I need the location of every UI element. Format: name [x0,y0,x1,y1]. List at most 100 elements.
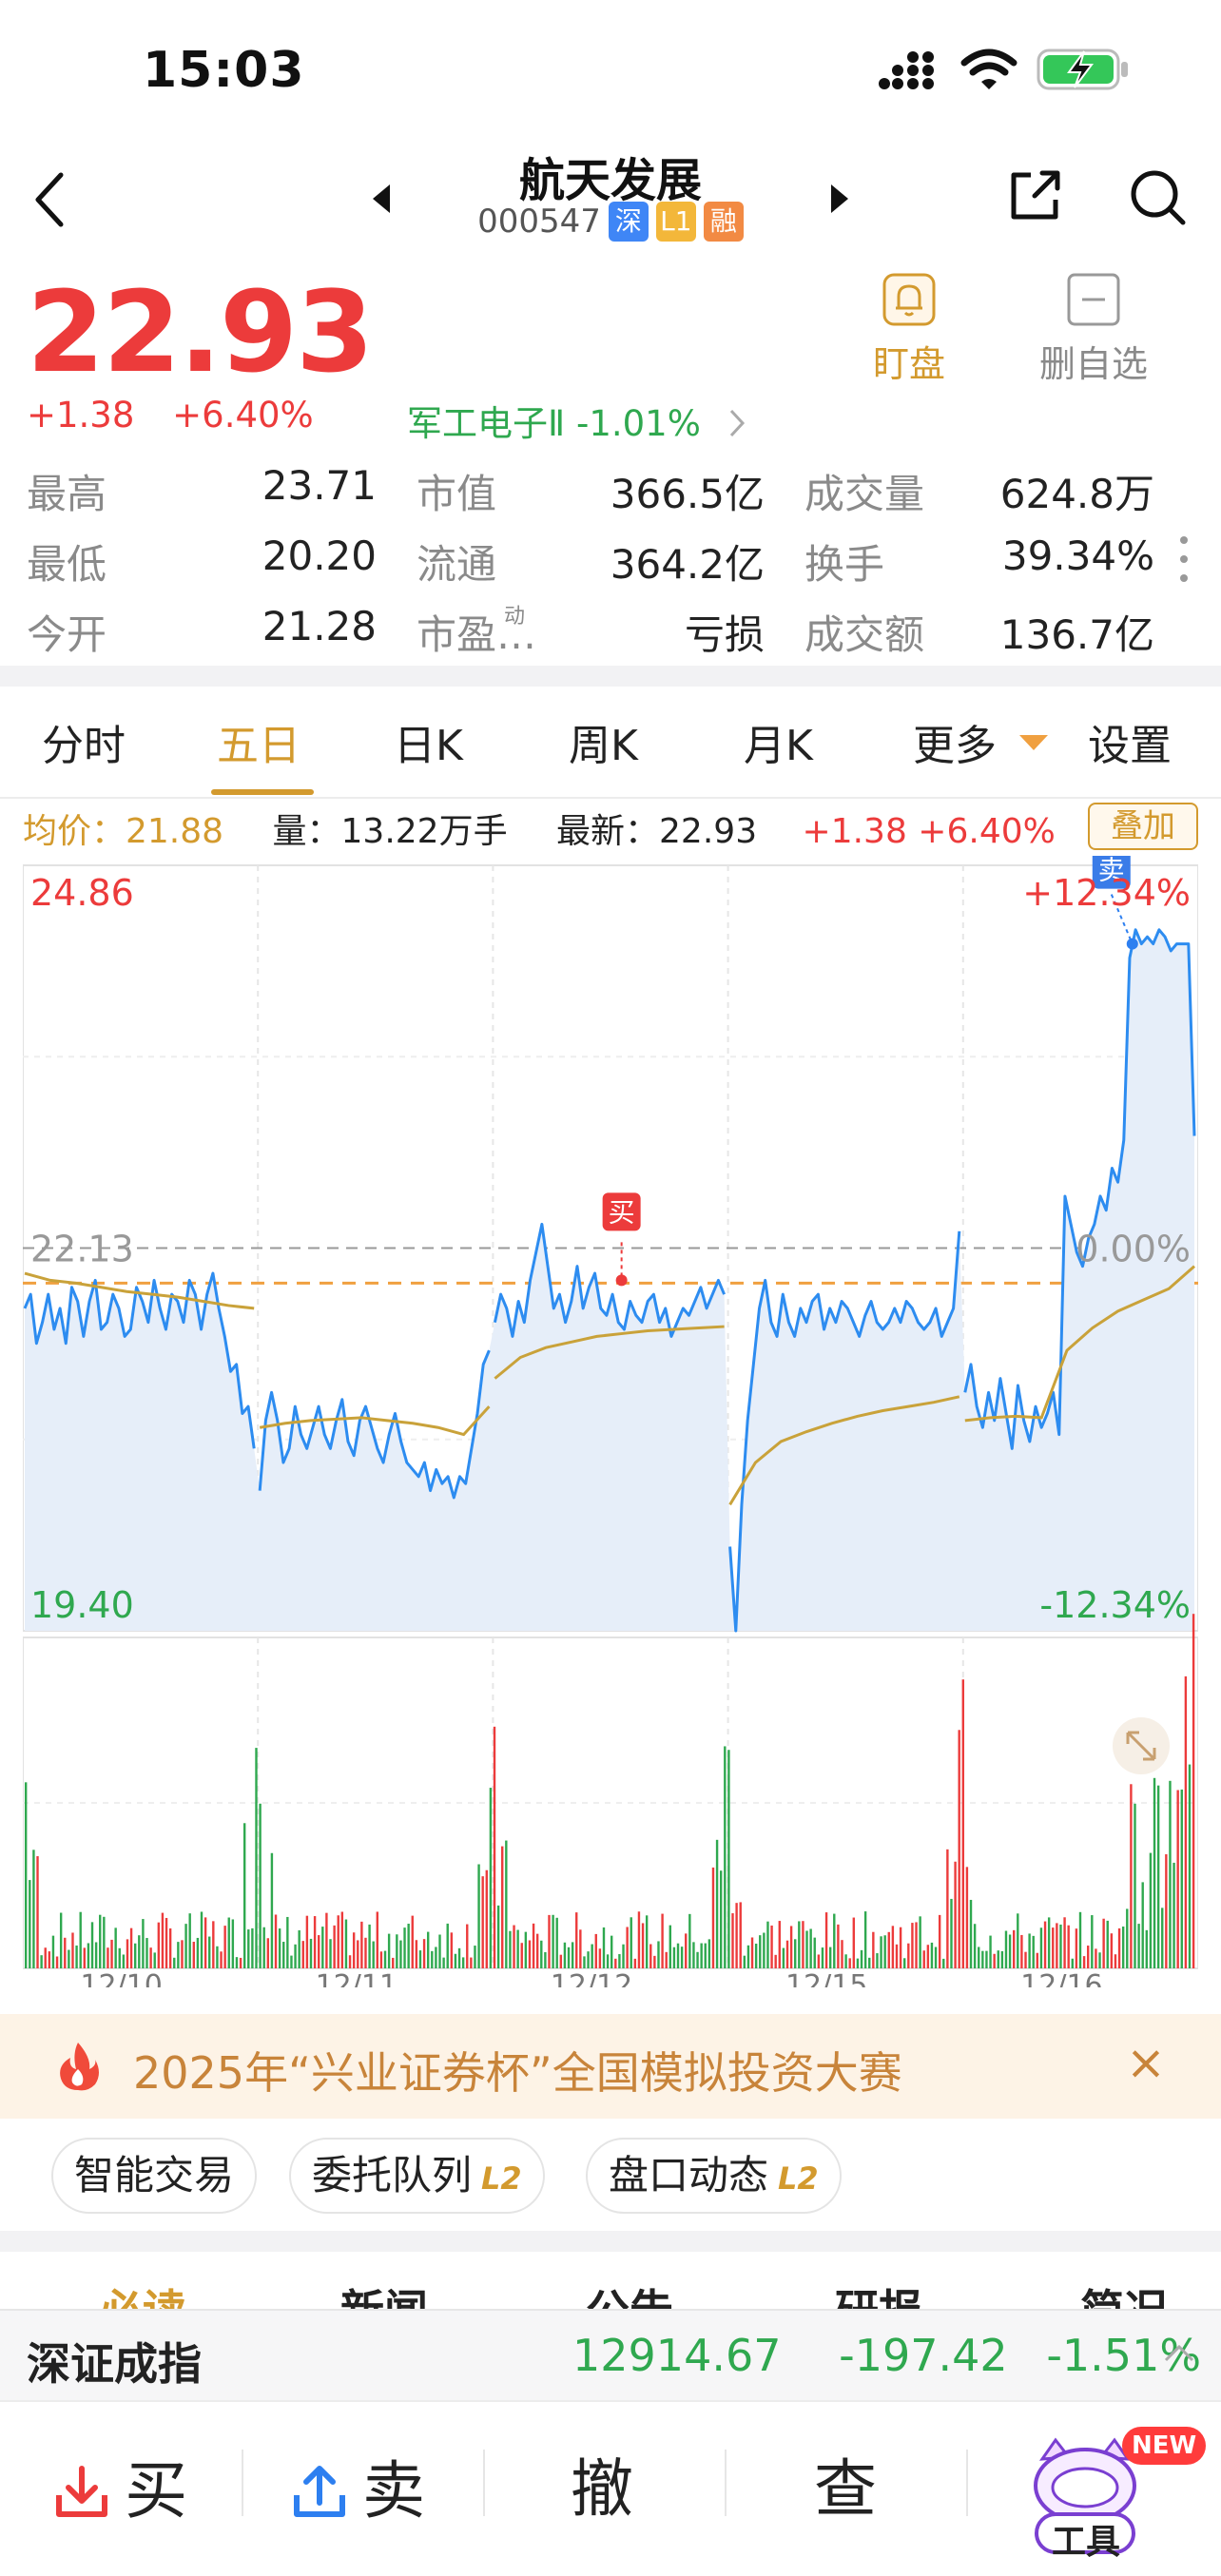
buy-marker-dot [615,1274,628,1287]
volume-bar [1110,1933,1114,1968]
volume-bar [392,1957,395,1968]
volume-bar [489,1788,493,1968]
volume-bar [122,1954,126,1968]
volume-bar [626,1927,629,1968]
volume-bar [208,1936,211,1968]
volume-bar [1032,1935,1035,1968]
five-day-chart[interactable]: 买卖 24.86 +12.34% 22.13 0.00% 19.40 -12.34% 12/… [23,856,1198,1987]
tab-announcements[interactable]: 公告 [586,2276,673,2309]
volume-bar [544,1951,547,1968]
tab-intraday[interactable]: 分时 [42,711,126,772]
volume-bar [266,1938,270,1968]
remove-watchlist-button[interactable]: 删自选 [1037,272,1151,387]
volume-bar [1004,1930,1008,1968]
volume-bar [192,1942,195,1968]
volume-bar [571,1942,574,1968]
volume-bar [785,1940,789,1968]
stat-label-open: 今开 [27,611,107,658]
tab-settings[interactable]: 设置 [1088,711,1172,772]
tab-news[interactable]: 新闻 [340,2276,428,2309]
x-tick-label: 12/12 [551,1969,632,1987]
volume-bar [876,1953,879,1968]
buy-button[interactable]: 买 [53,2440,187,2531]
tab-monthly-k[interactable]: 月K [744,711,813,772]
volume-bar [555,1917,558,1968]
stat-label-pe-sup: 动 [504,605,526,629]
volume-bar [1184,1675,1188,1968]
volume-bar [242,1823,246,1968]
tab-profile[interactable]: 简况 [1080,2276,1168,2309]
volume-bar [727,1750,730,1968]
smart-trade-chip[interactable]: 智能交易 [51,2138,258,2214]
volume-bar [352,1932,356,1968]
volume-bar [824,1912,828,1968]
watch-button[interactable]: 盯盘 [862,272,957,387]
more-stats-icon[interactable] [1179,533,1189,590]
sell-button[interactable]: 卖 [291,2440,425,2531]
volume-bar [981,1950,984,1968]
tab-more[interactable]: 更多 [913,711,1050,772]
volume-bar [177,1942,180,1968]
volume-bar [457,1947,461,1968]
volume-bar [142,1919,145,1968]
next-stock-icon[interactable] [827,183,852,215]
volume-bar [520,1943,523,1968]
volume-bar [1024,1951,1027,1968]
volume-bar [149,1947,152,1968]
volume-bar [79,1911,82,1968]
market-depth-chip[interactable]: 盘口动态 L2 [586,2138,842,2214]
volume-bar [220,1951,223,1968]
volume-bar [403,1927,406,1968]
volume-bar [1039,1927,1043,1968]
buy-label: 买 [125,2454,188,2528]
volume-bar [376,1911,378,1968]
tab-must-read[interactable]: 必读 [99,2276,186,2309]
stat-value-volume: 624.8万 [999,471,1154,517]
tab-research[interactable]: 研报 [835,2276,922,2309]
cancel-order-button[interactable]: 撤 [571,2438,633,2529]
volume-bar [282,1942,285,1968]
sector-link[interactable]: 军工电子Ⅱ -1.01% [407,395,748,446]
volume-bar [1087,1946,1090,1968]
volume-bar [196,1937,200,1968]
volume-bar [802,1921,804,1968]
volume-bar [1192,1614,1195,1968]
volume-bar [126,1939,129,1968]
volume-bar [1059,1924,1062,1968]
search-icon[interactable] [1128,167,1189,228]
volume-bar [68,1949,70,1968]
volume-bar [930,1942,934,1968]
promo-banner[interactable]: 2025年“兴业证券杯”全国模拟投资大赛 × [0,2014,1221,2119]
tab-five-day[interactable]: 五日 [217,711,300,772]
banner-close-button[interactable]: × [1126,2035,1166,2090]
flame-icon [60,2043,99,2091]
chevron-up-icon[interactable] [1162,2339,1196,2368]
tab-daily-k[interactable]: 日K [394,711,463,772]
caret-down-icon [1019,735,1048,750]
stat-label-high: 最高 [27,471,107,517]
volume-bar [36,1856,39,1968]
volume-bar [133,1943,137,1968]
volume-bar [680,1947,684,1968]
volume-bar [891,1926,895,1968]
volume-bar [973,1924,977,1968]
volume-bar [1145,1929,1149,1968]
overlay-button[interactable]: 叠加 [1088,803,1198,850]
query-button[interactable]: 查 [814,2438,877,2529]
share-icon[interactable] [1006,167,1063,224]
volume-bar [579,1929,582,1968]
stat-value-high: 23.71 [262,462,377,509]
volume-bar [259,1803,262,1968]
tools-button[interactable]: 工具 NEW [1023,2427,1207,2562]
volume-bar [614,1958,617,1968]
order-queue-chip[interactable]: 委托队列 L2 [289,2138,545,2214]
volume-bar [223,1926,226,1968]
volume-bar [161,1912,165,1968]
volume-bar [1047,1917,1051,1968]
stat-label-market-cap: 市值 [417,471,497,517]
index-ticker-bar[interactable]: 深证成指 12914.67 -197.42 -1.51% [0,2309,1221,2400]
volume-bar [294,1944,297,1968]
tab-weekly-k[interactable]: 周K [569,711,638,772]
volume-bar [396,1934,398,1968]
volume-bar [99,1914,102,1968]
